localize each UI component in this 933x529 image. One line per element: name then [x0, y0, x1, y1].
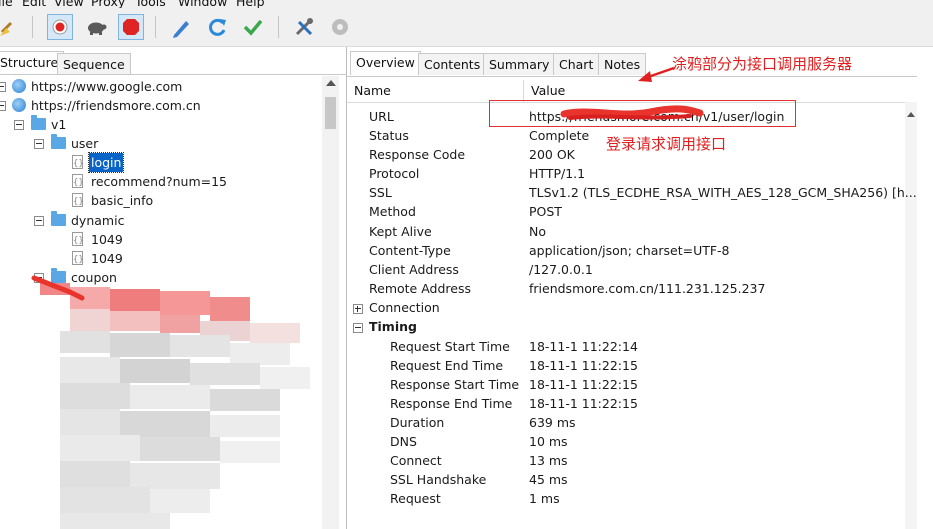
- document-icon: [72, 232, 84, 251]
- folder-icon: [31, 115, 46, 130]
- column-header-name[interactable]: Name: [354, 83, 391, 98]
- menu-bar: ile Edit View Proxy Tools Window Help: [0, 0, 933, 9]
- column-header-value[interactable]: Value: [531, 83, 565, 98]
- scroll-up-icon[interactable]: [326, 80, 336, 86]
- prop-name-response-code: Response Code: [369, 147, 466, 162]
- prop-name-content-type: Content-Type: [369, 243, 451, 258]
- document-icon: [72, 174, 84, 193]
- url-highlight-box: [489, 100, 796, 127]
- tab-summary[interactable]: Summary: [483, 53, 556, 75]
- tab-overview[interactable]: Overview: [350, 51, 421, 75]
- turtle-icon[interactable]: [83, 14, 109, 40]
- prop-name-method: Method: [369, 204, 416, 219]
- tab-sequence[interactable]: Sequence: [57, 53, 131, 75]
- prop-name-remote-address: Remote Address: [369, 281, 471, 296]
- tree-scrollbar[interactable]: [322, 76, 339, 529]
- scroll-up-icon[interactable]: [907, 112, 915, 117]
- broom-icon[interactable]: [0, 14, 22, 40]
- expand-connection-icon[interactable]: [353, 304, 363, 314]
- timing-name-duration: Duration: [390, 415, 445, 430]
- tree-host-label: https://www.google.com: [31, 79, 183, 94]
- timing-value-ssl-handshake: 45 ms: [529, 472, 568, 487]
- timing-name-request: Request: [390, 491, 441, 506]
- prop-name-client-address: Client Address: [369, 262, 459, 277]
- timing-value-connect: 13 ms: [529, 453, 568, 468]
- collapse-timing-icon[interactable]: [353, 323, 363, 333]
- tree-item-label: login: [87, 152, 125, 173]
- toolbar: [0, 8, 933, 47]
- tree-item-label: 1049: [91, 251, 123, 266]
- section-timing[interactable]: Timing: [369, 319, 417, 334]
- expander-icon[interactable]: [34, 139, 44, 149]
- tree-folder-label: dynamic: [71, 213, 125, 228]
- prop-value-client-address: /127.0.0.1: [529, 262, 593, 277]
- timing-name-connect: Connect: [390, 453, 442, 468]
- timing-value-request-end: 18-11-1 11:22:15: [529, 358, 638, 373]
- timing-value-request: 1 ms: [529, 491, 560, 506]
- expander-icon[interactable]: [14, 120, 24, 130]
- annotation-login: 登录请求调用接口: [606, 135, 727, 153]
- tree-item-label: recommend?num=15: [91, 174, 228, 189]
- expander-icon[interactable]: [0, 82, 6, 92]
- annotation-scribble: [31, 275, 85, 301]
- timing-name-response-end: Response End Time: [390, 396, 513, 411]
- prop-value-remote-address: friendsmore.com.cn/111.231.125.237: [529, 281, 766, 296]
- tree-folder-label: v1: [51, 117, 67, 132]
- tree-item-label: basic_info: [91, 193, 154, 208]
- timing-value-response-end: 18-11-1 11:22:15: [529, 396, 638, 411]
- prop-value-kept-alive: No: [529, 224, 546, 239]
- timing-value-dns: 10 ms: [529, 434, 568, 449]
- timing-value-request-start: 18-11-1 11:22:14: [529, 339, 638, 354]
- prop-value-response-code: 200 OK: [529, 147, 575, 162]
- prop-value-ssl: TLSv1.2 (TLS_ECDHE_RSA_WITH_AES_128_GCM_…: [529, 185, 917, 200]
- globe-icon: [12, 79, 26, 93]
- folder-icon: [51, 211, 66, 226]
- document-icon: [72, 193, 84, 212]
- tree-item-label: 1049: [91, 232, 123, 247]
- annotation-server: 涂鸦部分为接口调用服务器: [672, 55, 853, 73]
- section-connection[interactable]: Connection: [369, 300, 440, 315]
- timing-name-request-end: Request End Time: [390, 358, 504, 373]
- prop-value-protocol: HTTP/1.1: [529, 166, 586, 181]
- tree-scrollbar-thumb[interactable]: [325, 97, 336, 129]
- prop-name-protocol: Protocol: [369, 166, 420, 181]
- document-icon: [72, 155, 84, 174]
- prop-value-content-type: application/json; charset=UTF-8: [529, 243, 730, 258]
- settings-icon[interactable]: [327, 14, 353, 40]
- expander-icon[interactable]: [0, 101, 6, 111]
- prop-value-method: POST: [529, 204, 562, 219]
- tools-icon[interactable]: [291, 14, 317, 40]
- timing-name-request-start: Request Start Time: [390, 339, 510, 354]
- tab-contents[interactable]: Contents: [418, 53, 487, 75]
- tree-folder-label: user: [71, 136, 99, 151]
- refresh-icon[interactable]: [204, 14, 230, 40]
- prop-value-status: Complete: [529, 128, 590, 143]
- prop-name-kept-alive: Kept Alive: [369, 224, 432, 239]
- timing-value-response-start: 18-11-1 11:22:15: [529, 377, 638, 392]
- prop-name-status: Status: [369, 128, 409, 143]
- tab-chart[interactable]: Chart: [553, 53, 600, 75]
- timing-value-duration: 639 ms: [529, 415, 576, 430]
- check-icon[interactable]: [240, 14, 266, 40]
- pen-icon[interactable]: [168, 14, 194, 40]
- folder-icon: [51, 134, 66, 149]
- prop-name-ssl: SSL: [369, 185, 392, 200]
- tree-host-label: https://friendsmore.com.cn: [31, 98, 201, 113]
- detail-scrollbar[interactable]: [905, 102, 917, 529]
- annotation-arrow-icon: [638, 66, 675, 82]
- redacted-region: [40, 283, 330, 529]
- stop-icon[interactable]: [118, 14, 144, 40]
- document-icon: [72, 251, 84, 270]
- prop-name-url: URL: [369, 109, 394, 124]
- timing-name-dns: DNS: [390, 434, 417, 449]
- timing-name-ssl-handshake: SSL Handshake: [390, 472, 487, 487]
- globe-icon: [12, 98, 26, 112]
- record-icon[interactable]: [47, 14, 73, 40]
- tab-structure[interactable]: Structure: [0, 51, 65, 75]
- timing-name-response-start: Response Start Time: [390, 377, 520, 392]
- expander-icon[interactable]: [34, 216, 44, 226]
